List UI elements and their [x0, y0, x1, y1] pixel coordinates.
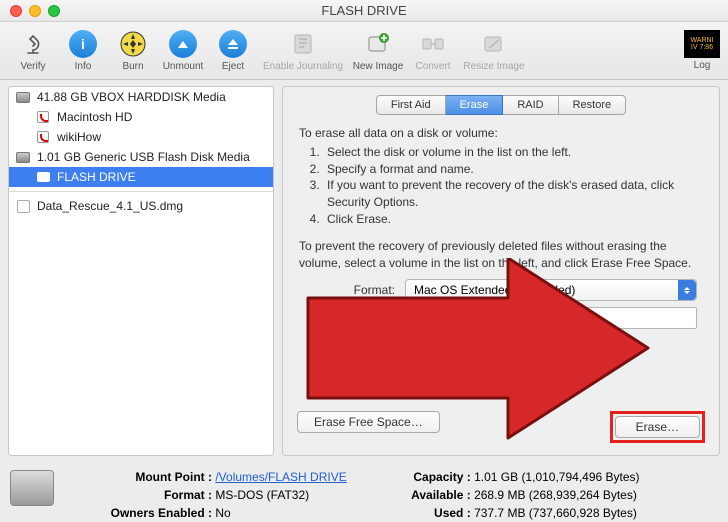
verify-label: Verify: [20, 61, 45, 72]
resize-image-label: Resize Image: [463, 61, 524, 72]
info-icon: i: [68, 29, 98, 59]
burn-icon: [118, 29, 148, 59]
erase-button[interactable]: Erase…: [615, 416, 700, 438]
resize-icon: [479, 29, 509, 59]
capacity-key: Capacity :: [395, 468, 471, 486]
burn-label: Burn: [122, 61, 143, 72]
toolbar: Verify i Info Burn Unmount Eject Enable …: [0, 22, 728, 80]
dmg-row-data-rescue[interactable]: Data_Rescue_4.1_US.dmg: [9, 196, 273, 216]
chevron-up-down-icon: [678, 280, 696, 300]
log-badge-line: WARNI: [690, 37, 713, 44]
available-value: 268.9 MB (268,939,264 Bytes): [474, 488, 637, 502]
log-button[interactable]: WARNI IV 7:86 Log: [684, 30, 720, 71]
instructions-paragraph: To prevent the recovery of previously de…: [299, 238, 703, 272]
harddisk-icon: [15, 150, 31, 164]
volume-info: Mount Point : /Volumes/FLASH DRIVE Forma…: [0, 460, 728, 522]
verify-button[interactable]: Verify: [8, 24, 58, 78]
sidebar-separator: [9, 191, 273, 192]
new-image-icon: [363, 29, 393, 59]
instruction-step: Specify a format and name.: [323, 161, 703, 178]
volume-row-wikihow[interactable]: wikiHow: [9, 127, 273, 147]
tab-raid[interactable]: RAID: [503, 95, 558, 115]
instruction-step: Select the disk or volume in the list on…: [323, 144, 703, 161]
erase-highlight-box: Erase…: [610, 411, 705, 443]
disk-label: wikiHow: [57, 130, 101, 144]
content-pane: First Aid Erase RAID Restore To erase al…: [282, 86, 720, 456]
external-volume-icon: [35, 170, 51, 184]
name-input[interactable]: FLASH DRIVE: [405, 307, 697, 329]
enable-journaling-label: Enable Journaling: [263, 61, 343, 72]
format-value: Mac OS Extended (Journaled): [414, 283, 575, 297]
disk-label: 1.01 GB Generic USB Flash Disk Media: [37, 150, 250, 164]
eject-label: Eject: [222, 61, 244, 72]
action-buttons: Erase Free Space… Erase…: [297, 411, 705, 443]
tab-first-aid[interactable]: First Aid: [376, 95, 446, 115]
instruction-step: If you want to prevent the recovery of t…: [323, 177, 703, 211]
new-image-button[interactable]: New Image: [348, 24, 408, 78]
tab-erase[interactable]: Erase: [446, 95, 504, 115]
format-select[interactable]: Mac OS Extended (Journaled): [405, 279, 697, 301]
tab-bar: First Aid Erase RAID Restore: [283, 87, 719, 115]
owners-value: No: [215, 506, 230, 520]
log-icon: WARNI IV 7:86: [684, 30, 720, 58]
unmount-icon: [168, 29, 198, 59]
capacity-value: 1.01 GB (1,010,794,496 Bytes): [474, 470, 639, 484]
eject-icon: [218, 29, 248, 59]
mount-point-key: Mount Point :: [102, 468, 212, 486]
format-key: Format :: [102, 486, 212, 504]
convert-label: Convert: [415, 61, 450, 72]
owners-key: Owners Enabled :: [102, 504, 212, 522]
disk-row-usb-media[interactable]: 1.01 GB Generic USB Flash Disk Media: [9, 147, 273, 167]
erase-free-space-button[interactable]: Erase Free Space…: [297, 411, 440, 433]
eject-button[interactable]: Eject: [208, 24, 258, 78]
tab-restore[interactable]: Restore: [559, 95, 627, 115]
disk-label: FLASH DRIVE: [57, 170, 136, 184]
mac-volume-icon: [35, 130, 51, 144]
mac-volume-icon: [35, 110, 51, 124]
format-value: MS-DOS (FAT32): [215, 488, 309, 502]
mount-point-link[interactable]: /Volumes/FLASH DRIVE: [215, 470, 346, 484]
enable-journaling-button: Enable Journaling: [258, 24, 348, 78]
info-label: Info: [75, 61, 92, 72]
title-bar: FLASH DRIVE: [0, 0, 728, 22]
name-label: Name:: [283, 311, 405, 325]
main-area: 41.88 GB VBOX HARDDISK Media Macintosh H…: [0, 80, 728, 460]
instructions-intro: To erase all data on a disk or volume:: [299, 125, 703, 142]
convert-button: Convert: [408, 24, 458, 78]
erase-form: Format: Mac OS Extended (Journaled) Name…: [283, 271, 719, 329]
volume-row-flash-drive[interactable]: FLASH DRIVE: [9, 167, 273, 187]
instruction-step: Click Erase.: [323, 211, 703, 228]
available-key: Available :: [395, 486, 471, 504]
format-label: Format:: [283, 283, 405, 297]
convert-icon: [418, 29, 448, 59]
instructions: To erase all data on a disk or volume: S…: [283, 115, 719, 271]
journal-icon: [288, 29, 318, 59]
resize-image-button: Resize Image: [458, 24, 530, 78]
new-image-label: New Image: [353, 61, 404, 72]
unmount-label: Unmount: [163, 61, 204, 72]
dmg-icon: [15, 199, 31, 213]
log-badge-line: IV 7:86: [691, 44, 713, 51]
disk-label: Macintosh HD: [57, 110, 132, 124]
name-value: FLASH DRIVE: [412, 311, 491, 325]
info-button[interactable]: i Info: [58, 24, 108, 78]
disk-list[interactable]: 41.88 GB VBOX HARDDISK Media Macintosh H…: [8, 86, 274, 456]
disk-row-vbox-media[interactable]: 41.88 GB VBOX HARDDISK Media: [9, 87, 273, 107]
disk-label: 41.88 GB VBOX HARDDISK Media: [37, 90, 226, 104]
volume-row-macintosh-hd[interactable]: Macintosh HD: [9, 107, 273, 127]
unmount-button[interactable]: Unmount: [158, 24, 208, 78]
used-value: 737.7 MB (737,660,928 Bytes): [474, 506, 637, 520]
microscope-icon: [18, 29, 48, 59]
disk-label: Data_Rescue_4.1_US.dmg: [37, 199, 183, 213]
window-title: FLASH DRIVE: [0, 3, 728, 18]
log-label: Log: [694, 60, 711, 71]
volume-icon: [10, 470, 54, 506]
used-key: Used :: [395, 504, 471, 522]
burn-button[interactable]: Burn: [108, 24, 158, 78]
harddisk-icon: [15, 90, 31, 104]
